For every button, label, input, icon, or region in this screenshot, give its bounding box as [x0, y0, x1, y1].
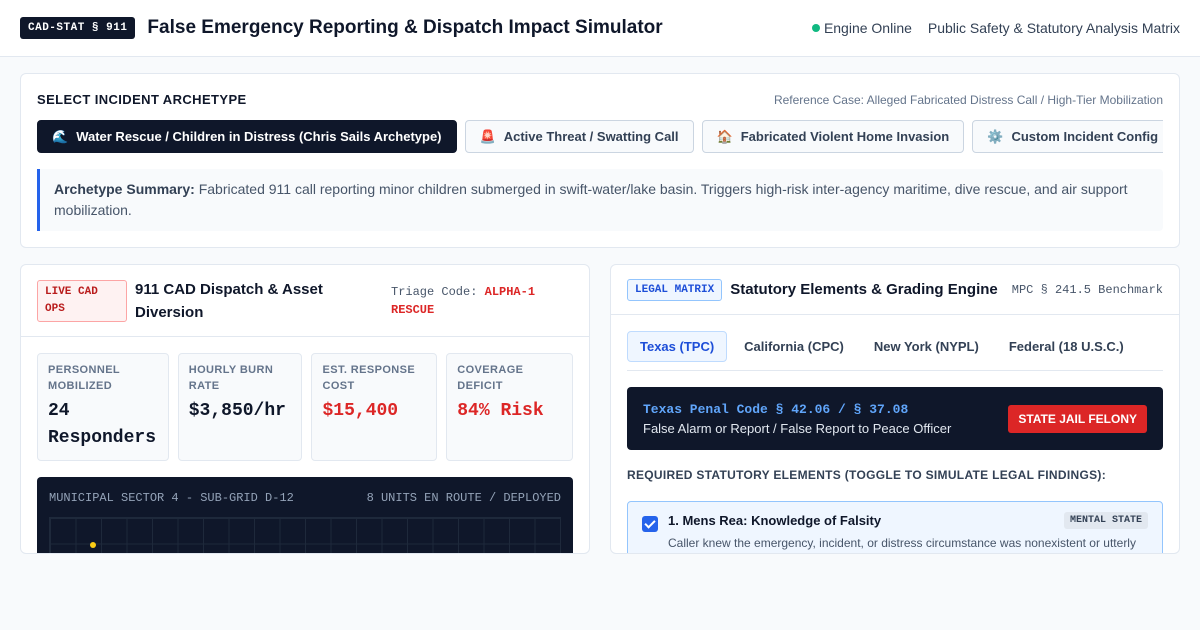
- tab-federal[interactable]: Federal (18 U.S.C.): [996, 331, 1137, 362]
- house-icon: 🏠: [716, 128, 733, 144]
- element-mens-rea[interactable]: 1. Mens Rea: Knowledge of Falsity MENTAL…: [627, 501, 1163, 553]
- engine-status: Engine Online: [811, 20, 912, 36]
- statute-info: Texas Penal Code § 42.06 / § 37.08 False…: [643, 402, 951, 436]
- element-top: 1. Mens Rea: Knowledge of Falsity MENTAL…: [668, 512, 1148, 529]
- map-title: MUNICIPAL SECTOR 4 - SUB-GRID D-12: [49, 491, 294, 505]
- statute-description: False Alarm or Report / False Report to …: [643, 420, 952, 436]
- tab-california[interactable]: California (CPC): [731, 331, 857, 362]
- metric-burn-rate: HOURLY BURN RATE $3,850/hr: [177, 353, 303, 461]
- metric-value: 84% Risk: [457, 401, 544, 421]
- tab-texas[interactable]: Texas (TPC): [627, 331, 728, 362]
- dispatch-panel: LIVE CAD OPS 911 CAD Dispatch & Asset Di…: [20, 264, 590, 554]
- element-body: 1. Mens Rea: Knowledge of Falsity MENTAL…: [668, 512, 1148, 553]
- benchmark-label: MPC § 241.5 Benchmark: [1011, 282, 1163, 297]
- metric-value: 24 Responders: [48, 401, 157, 448]
- metric-label: EST. RESPONSE COST: [322, 364, 416, 392]
- element-checkbox[interactable]: [642, 516, 658, 532]
- archetype-header: SELECT INCIDENT ARCHETYPE Reference Case…: [37, 92, 1163, 107]
- archetype-tab-label: Active Threat / Swatting Call: [503, 129, 679, 144]
- legal-panel: LEGAL MATRIX Statutory Elements & Gradin…: [610, 264, 1180, 554]
- app-subtitle: Public Safety & Statutory Analysis Matri…: [927, 20, 1180, 36]
- tab-new-york[interactable]: New York (NYPL): [861, 331, 992, 362]
- app-title: False Emergency Reporting & Dispatch Imp…: [147, 17, 663, 38]
- engine-status-label: Engine Online: [823, 20, 912, 36]
- legal-header: LEGAL MATRIX Statutory Elements & Gradin…: [611, 265, 1179, 315]
- metrics-row: PERSONNEL MOBILIZED 24 Responders HOURLY…: [21, 337, 589, 461]
- statute-code: Texas Penal Code § 42.06 / § 37.08: [643, 401, 909, 417]
- metric-response-cost: EST. RESPONSE COST $15,400: [311, 353, 438, 461]
- element-title: 1. Mens Rea: Knowledge of Falsity: [668, 513, 882, 528]
- element-description: Caller knew the emergency, incident, or …: [668, 536, 1136, 550]
- archetype-tab-label: Fabricated Violent Home Invasion: [740, 129, 950, 144]
- archetype-tab-water-rescue[interactable]: 🌊 Water Rescue / Children in Distress (C…: [37, 120, 457, 153]
- status-dot-icon: [811, 24, 820, 32]
- wave-icon: 🌊: [52, 128, 69, 144]
- jurisdiction-tabs: Texas (TPC) California (CPC) New York (N…: [627, 331, 1163, 371]
- statute-box: Texas Penal Code § 42.06 / § 37.08 False…: [627, 387, 1163, 450]
- siren-icon: 🚨: [479, 128, 496, 144]
- elements-label: REQUIRED STATUTORY ELEMENTS (TOGGLE TO S…: [627, 468, 1106, 482]
- metric-value: $3,850/hr: [188, 401, 286, 421]
- live-cad-badge: LIVE CAD OPS: [37, 279, 127, 322]
- archetype-tab-label: Custom Incident Config: [1011, 129, 1159, 144]
- metric-value: $15,400: [322, 401, 399, 421]
- top-bar: CAD-STAT § 911 False Emergency Reporting…: [0, 0, 1200, 57]
- element-tag: MENTAL STATE: [1063, 512, 1148, 529]
- metric-personnel: PERSONNEL MOBILIZED 24 Responders: [37, 353, 169, 461]
- dispatch-title: 911 CAD Dispatch & Asset Diversion: [135, 280, 323, 321]
- metric-label: PERSONNEL MOBILIZED: [48, 364, 120, 392]
- archetype-tab-home-invasion[interactable]: 🏠 Fabricated Violent Home Invasion: [701, 120, 965, 153]
- archetype-tab-custom[interactable]: ⚙️ Custom Incident Config: [972, 120, 1163, 153]
- unit-marker[interactable]: [90, 542, 96, 548]
- legal-matrix-badge: LEGAL MATRIX: [627, 278, 723, 301]
- map-grid[interactable]: [49, 517, 561, 553]
- metric-label: HOURLY BURN RATE: [188, 364, 274, 392]
- archetype-section-label: SELECT INCIDENT ARCHETYPE: [37, 92, 247, 107]
- app-badge: CAD-STAT § 911: [20, 17, 136, 39]
- metric-coverage-deficit: COVERAGE DEFICIT 84% Risk: [446, 353, 573, 461]
- sector-map: MUNICIPAL SECTOR 4 - SUB-GRID D-12 8 UNI…: [37, 477, 573, 553]
- dispatch-header: LIVE CAD OPS 911 CAD Dispatch & Asset Di…: [21, 265, 589, 337]
- map-status: 8 UNITS EN ROUTE / DEPLOYED: [366, 491, 561, 505]
- summary-label: Archetype Summary:: [54, 181, 195, 197]
- archetype-tabs: 🌊 Water Rescue / Children in Distress (C…: [37, 120, 1163, 153]
- archetype-tab-active-threat[interactable]: 🚨 Active Threat / Swatting Call: [464, 120, 694, 153]
- gear-icon: ⚙️: [987, 128, 1004, 144]
- triage-label: Triage Code:: [391, 284, 478, 299]
- header-right: Engine Online Public Safety & Statutory …: [811, 20, 1180, 36]
- summary-text: Fabricated 911 call reporting minor chil…: [54, 181, 1128, 218]
- archetype-panel: SELECT INCIDENT ARCHETYPE Reference Case…: [20, 73, 1180, 248]
- legal-title: Statutory Elements & Grading Engine: [730, 281, 998, 298]
- archetype-summary: Archetype Summary: Fabricated 911 call r…: [37, 169, 1163, 231]
- metric-label: COVERAGE DEFICIT: [457, 364, 524, 392]
- reference-case: Reference Case: Alleged Fabricated Distr…: [773, 92, 1163, 107]
- archetype-tab-label: Water Rescue / Children in Distress (Chr…: [76, 129, 442, 144]
- grade-badge: STATE JAIL FELONY: [1008, 404, 1147, 433]
- map-header: MUNICIPAL SECTOR 4 - SUB-GRID D-12 8 UNI…: [49, 491, 561, 505]
- triage-code: Triage Code: ALPHA-1 RESCUE: [391, 283, 573, 319]
